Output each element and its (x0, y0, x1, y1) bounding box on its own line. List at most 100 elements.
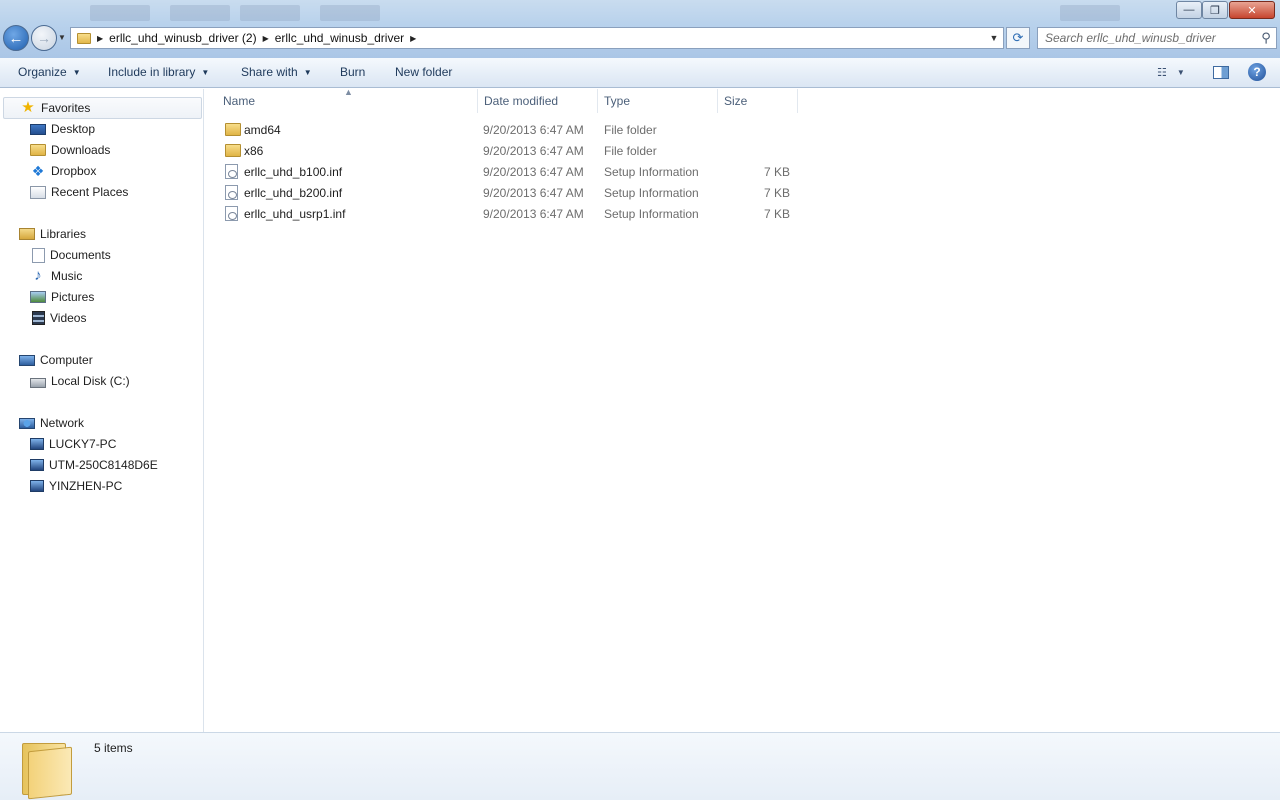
help-button[interactable]: ? (1248, 63, 1266, 81)
address-history-dropdown[interactable]: ▼ (985, 33, 1003, 43)
search-icon[interactable]: ⚲ (1256, 30, 1276, 46)
libraries-icon (19, 228, 35, 240)
nav-computer[interactable]: Computer (19, 350, 93, 370)
nav-label: Desktop (51, 122, 96, 136)
nav-item-local-disk[interactable]: Local Disk (C:) (30, 371, 130, 391)
file-type: Setup Information (604, 185, 699, 200)
videos-icon (32, 311, 45, 325)
back-button[interactable]: ← (3, 25, 29, 51)
refresh-button[interactable]: ⟳ (1006, 27, 1030, 49)
desktop-icon (30, 123, 46, 135)
file-row[interactable]: erllc_uhd_b200.inf 9/20/2013 6:47 AM Set… (205, 182, 805, 203)
dropbox-icon: ❖ (31, 163, 45, 179)
chevron-down-icon: ▼ (72, 67, 81, 77)
column-header-label: Size (724, 94, 748, 108)
file-date: 9/20/2013 6:47 AM (483, 206, 584, 221)
maximize-button[interactable]: ❐ (1202, 1, 1228, 19)
background-taskbar-ghost (90, 5, 150, 21)
background-taskbar-ghost (170, 5, 230, 21)
search-input[interactable] (1038, 28, 1256, 48)
file-row[interactable]: erllc_uhd_b100.inf 9/20/2013 6:47 AM Set… (205, 161, 805, 182)
nav-label: LUCKY7-PC (49, 437, 117, 451)
share-with-button[interactable]: Share with ▼ (241, 65, 312, 79)
inf-file-icon (225, 206, 238, 221)
nav-favorites[interactable]: ★ Favorites (3, 97, 202, 119)
background-taskbar-ghost (1060, 5, 1120, 21)
breadcrumb-chevron-icon[interactable]: ▶ (97, 34, 103, 43)
close-button[interactable]: ✕ (1229, 1, 1275, 19)
new-folder-button[interactable]: New folder (395, 65, 452, 79)
views-icon: ☷ (1157, 67, 1167, 79)
items-count: 5 items (94, 741, 133, 755)
forward-button[interactable]: → (31, 25, 57, 51)
nav-label: Music (51, 269, 83, 283)
breadcrumb-item[interactable]: erllc_uhd_winusb_driver (275, 31, 404, 45)
file-type: Setup Information (604, 206, 699, 221)
file-size: 7 KB (763, 185, 790, 200)
chevron-down-icon: ▼ (303, 67, 312, 77)
pictures-icon (30, 291, 46, 303)
file-type: File folder (604, 143, 657, 158)
nav-item-network-pc[interactable]: YINZHEN-PC (30, 476, 122, 496)
file-size: 7 KB (763, 206, 790, 221)
breadcrumb-chevron-icon[interactable]: ▶ (263, 34, 269, 43)
breadcrumb-chevron-icon[interactable]: ▶ (410, 34, 416, 43)
share-with-label: Share with (241, 65, 298, 79)
search-box[interactable]: ⚲ (1037, 27, 1277, 49)
include-in-library-button[interactable]: Include in library ▼ (108, 65, 209, 79)
sort-ascending-icon: ▲ (344, 87, 353, 97)
nav-item-music[interactable]: ♪ Music (30, 266, 82, 286)
include-in-library-label: Include in library (108, 65, 196, 79)
nav-label: Documents (50, 248, 111, 262)
folder-icon (77, 32, 91, 44)
file-row[interactable]: x86 9/20/2013 6:47 AM File folder (205, 140, 805, 161)
nav-network[interactable]: Network (19, 413, 84, 433)
nav-item-network-pc[interactable]: LUCKY7-PC (30, 434, 116, 454)
nav-label: Favorites (41, 101, 91, 115)
minimize-button[interactable]: — (1176, 1, 1202, 19)
column-header-label: Date modified (484, 94, 559, 108)
nav-libraries[interactable]: Libraries (19, 224, 86, 244)
file-name: amd64 (244, 122, 281, 137)
nav-item-videos[interactable]: Videos (30, 308, 86, 328)
music-icon: ♪ (34, 267, 42, 284)
nav-item-pictures[interactable]: Pictures (30, 287, 94, 307)
change-view-button[interactable]: ☷ ▼ (1157, 66, 1185, 79)
nav-item-recent-places[interactable]: Recent Places (30, 182, 128, 202)
file-row[interactable]: erllc_uhd_usrp1.inf 9/20/2013 6:47 AM Se… (205, 203, 805, 224)
file-name: erllc_uhd_usrp1.inf (244, 206, 346, 221)
column-header-type[interactable]: Type (598, 89, 718, 113)
nav-label: Pictures (51, 290, 95, 304)
recent-places-icon (30, 185, 46, 199)
column-header-date-modified[interactable]: Date modified (478, 89, 598, 113)
folder-icon (225, 123, 241, 136)
large-folder-icon (22, 739, 74, 800)
nav-label: Libraries (40, 227, 87, 241)
nav-item-dropbox[interactable]: ❖ Dropbox (30, 161, 97, 181)
nav-item-network-pc[interactable]: UTM-250C8148D6E (30, 455, 158, 475)
network-computer-icon (30, 459, 44, 471)
nav-label: Downloads (51, 143, 111, 157)
recent-pages-dropdown[interactable]: ▼ (58, 33, 66, 42)
nav-item-documents[interactable]: Documents (30, 245, 111, 265)
file-list-pane: Name ▲ Date modified Type Size amd64 9/2… (205, 87, 1280, 732)
new-folder-label: New folder (395, 65, 453, 79)
background-taskbar-ghost (240, 5, 300, 21)
network-computer-icon (30, 480, 44, 492)
column-header-label: Type (604, 94, 631, 108)
nav-item-desktop[interactable]: Desktop (30, 119, 95, 139)
nav-label: Dropbox (51, 164, 97, 178)
organize-button[interactable]: Organize ▼ (18, 65, 81, 79)
window-titlebar: — ❐ ✕ ← → ▼ ▶ erllc_uhd_winusb_driver (2… (0, 0, 1280, 58)
file-name: erllc_uhd_b200.inf (244, 185, 343, 200)
address-bar[interactable]: ▶ erllc_uhd_winusb_driver (2) ▶ erllc_uh… (70, 27, 1004, 49)
forward-arrow-icon: → (37, 30, 51, 46)
column-header-size[interactable]: Size (718, 89, 798, 113)
burn-button[interactable]: Burn (340, 65, 365, 79)
breadcrumb-item[interactable]: erllc_uhd_winusb_driver (2) (109, 31, 256, 45)
file-type: Setup Information (604, 164, 699, 179)
nav-item-downloads[interactable]: Downloads (30, 140, 110, 160)
file-row[interactable]: amd64 9/20/2013 6:47 AM File folder (205, 119, 805, 140)
preview-pane-button[interactable] (1213, 66, 1229, 79)
nav-label: UTM-250C8148D6E (49, 458, 158, 472)
